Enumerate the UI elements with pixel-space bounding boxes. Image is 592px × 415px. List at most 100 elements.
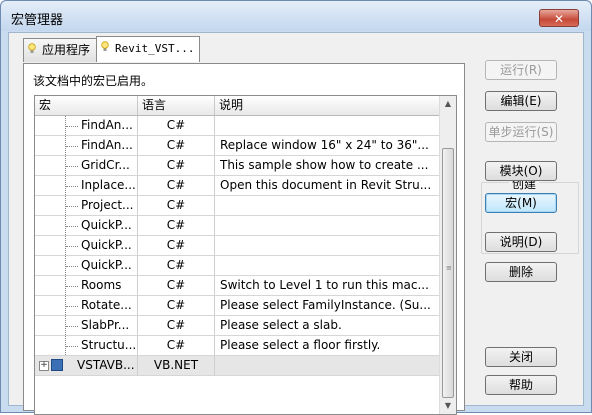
run-button[interactable]: 运行(R) (485, 60, 557, 80)
macro-name-cell: Rooms (35, 276, 138, 295)
table-row[interactable]: Structu... C# Please select a floor firstl… (35, 336, 439, 356)
tree-line (66, 306, 78, 307)
tree-line (66, 286, 78, 287)
group-language: VB.NET (138, 356, 215, 375)
close-icon: ✕ (553, 12, 565, 26)
macro-name-cell: FindAn... (35, 116, 138, 135)
macro-name-cell: FindAn... (35, 136, 138, 155)
tree-line (66, 326, 78, 327)
macro-language: C# (138, 216, 215, 235)
vsta-project-icon (51, 359, 63, 371)
macro-name-cell: Rotate... (35, 296, 138, 315)
macro-language: C# (138, 296, 215, 315)
step-run-button[interactable]: 单步运行(S) (485, 122, 557, 142)
tree-line (66, 186, 78, 187)
tab-application[interactable]: 应用程序 (23, 38, 97, 62)
table-group-row[interactable]: + VSTAVB... VB.NET (35, 356, 439, 376)
scroll-up-icon[interactable]: ▲ (440, 96, 456, 112)
tab-revit-vst[interactable]: Revit_VST... (96, 36, 200, 62)
grip-icon: ≡ (446, 264, 452, 272)
macro-name-cell: SlabPr... (35, 316, 138, 335)
tree-line (66, 346, 78, 347)
expand-icon[interactable]: + (39, 361, 49, 371)
macro-name: QuickP... (81, 238, 132, 252)
info-text: 该文档中的宏已启用。 (33, 74, 154, 88)
tree-line (66, 246, 78, 247)
description-button[interactable]: 说明(D) (485, 232, 557, 252)
macro-name: Inplace... (81, 178, 136, 192)
macro-name: Project... (81, 198, 134, 212)
macro-table[interactable]: 宏 语言 说明 FindAn... C# FindAn... C# Replace wi… (34, 95, 457, 415)
help-button[interactable]: 帮助 (485, 375, 557, 395)
macro-name: QuickP... (81, 218, 132, 232)
table-header: 宏 语言 说明 (35, 96, 439, 116)
macro-description: Please select a floor firstly. (220, 338, 381, 352)
macro-name: Structu... (81, 338, 137, 352)
macro-description (215, 116, 439, 135)
macro-name: Rotate... (81, 298, 132, 312)
macro-manager-window: 宏管理器 ✕ 应用程序 Revit_VST... 该文档中的宏已启用。 创建 运… (0, 0, 592, 415)
macro-name: SlabPr... (81, 318, 130, 332)
macro-description: This sample show how to create ... (220, 158, 429, 172)
column-header-macro[interactable]: 宏 (35, 96, 138, 115)
group-description (215, 356, 439, 375)
macro-language: C# (138, 156, 215, 175)
macro-description: Please select FamilyInstance. (Su... (220, 298, 431, 312)
scroll-thumb[interactable]: ≡ (442, 148, 454, 398)
macro-language: C# (138, 336, 215, 355)
table-row[interactable]: Rooms C# Switch to Level 1 to run this mac… (35, 276, 439, 296)
macro-language: C# (138, 276, 215, 295)
table-row[interactable]: QuickP... C# (35, 236, 439, 256)
macro-description (215, 256, 439, 275)
macro-name-cell: GridCr... (35, 156, 138, 175)
tab-label: Revit_VST... (115, 42, 195, 55)
macro-name-cell: QuickP... (35, 216, 138, 235)
table-row[interactable]: QuickP... C# (35, 216, 439, 236)
macro-name-cell: QuickP... (35, 236, 138, 255)
macro-description: Open this document in Revit Stru... (220, 178, 432, 192)
create-module-button[interactable]: 模块(O) (485, 161, 557, 181)
macro-name-cell: Project... (35, 196, 138, 215)
macro-language: C# (138, 116, 215, 135)
macro-language: C# (138, 196, 215, 215)
macro-description: Switch to Level 1 to run this mac... (220, 278, 429, 292)
group-name: VSTAVB... (77, 358, 135, 372)
lightbulb-icon (28, 40, 38, 62)
macro-language: C# (138, 176, 215, 195)
macro-description (215, 196, 439, 215)
create-macro-button[interactable]: 宏(M) (485, 193, 557, 213)
table-row[interactable]: QuickP... C# (35, 256, 439, 276)
macro-name: GridCr... (81, 158, 130, 172)
table-row[interactable]: FindAn... C# Replace window 16" x 24" to 3… (35, 136, 439, 156)
macro-description (215, 216, 439, 235)
tree-line (66, 206, 78, 207)
close-window-button[interactable]: ✕ (539, 9, 579, 27)
tree-line (66, 166, 78, 167)
table-row[interactable]: SlabPr... C# Please select a slab. (35, 316, 439, 336)
table-row[interactable]: Project... C# (35, 196, 439, 216)
title-bar[interactable]: 宏管理器 ✕ (1, 1, 591, 31)
delete-button[interactable]: 删除 (485, 262, 557, 282)
table-row[interactable]: Inplace... C# Open this document in Revit … (35, 176, 439, 196)
column-header-language[interactable]: 语言 (138, 96, 215, 115)
close-button[interactable]: 关闭 (485, 347, 557, 367)
table-row[interactable]: GridCr... C# This sample show how to creat… (35, 156, 439, 176)
macro-description (215, 236, 439, 255)
macro-description: Replace window 16" x 24" to 36"... (220, 138, 429, 152)
scroll-down-icon[interactable]: ▼ (440, 398, 456, 414)
macro-name-cell: Structu... (35, 336, 138, 355)
window-title: 宏管理器 (11, 13, 64, 28)
macro-name: FindAn... (81, 138, 133, 152)
macro-language: C# (138, 136, 215, 155)
edit-button[interactable]: 编辑(E) (485, 91, 557, 111)
macro-name: Rooms (81, 278, 122, 292)
macro-language: C# (138, 316, 215, 335)
column-header-description[interactable]: 说明 (215, 96, 439, 115)
lightbulb-icon (101, 38, 111, 60)
table-row[interactable]: Rotate... C# Please select FamilyInstance.… (35, 296, 439, 316)
macro-name: FindAn... (81, 118, 133, 132)
table-row[interactable]: FindAn... C# (35, 116, 439, 136)
table-vertical-scrollbar[interactable]: ▲ ≡ ▼ (439, 96, 456, 414)
macro-language: C# (138, 256, 215, 275)
macro-name-cell: Inplace... (35, 176, 138, 195)
